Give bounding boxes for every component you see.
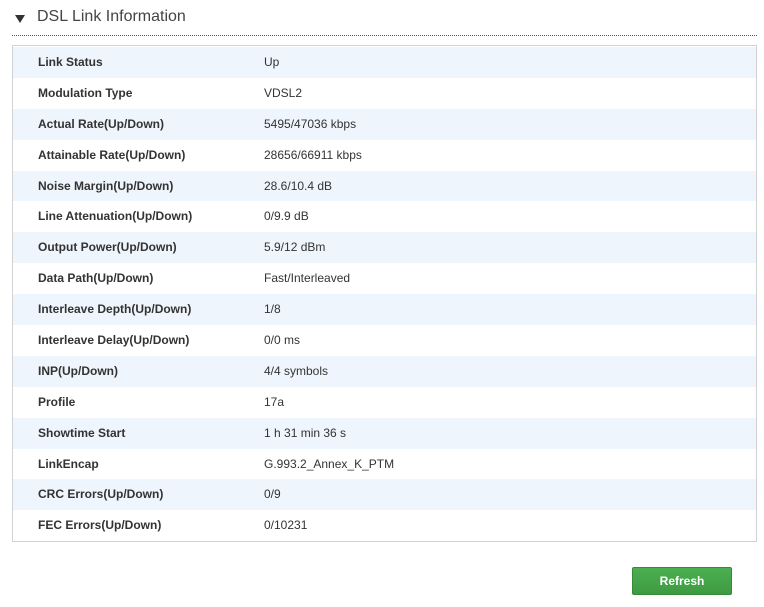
section-header[interactable]: DSL Link Information	[12, 0, 757, 36]
row-value: 5.9/12 dBm	[264, 240, 326, 255]
table-row: Interleave Delay(Up/Down) 0/0 ms	[13, 325, 756, 356]
row-value: 0/9	[264, 487, 281, 502]
table-row: Interleave Depth(Up/Down) 1/8	[13, 294, 756, 326]
row-label: Line Attenuation(Up/Down)	[38, 209, 193, 224]
table-row: Output Power(Up/Down) 5.9/12 dBm	[13, 232, 756, 264]
row-value: 0/10231	[264, 518, 308, 533]
row-value: 5495/47036 kbps	[264, 116, 357, 131]
row-label: Showtime Start	[38, 425, 126, 440]
row-label: Data Path(Up/Down)	[38, 271, 154, 286]
row-value: Fast/Interleaved	[264, 271, 351, 286]
row-label: Link Status	[38, 55, 103, 69]
row-value: 1/8	[264, 302, 281, 317]
table-row: Link Status Up	[13, 47, 756, 78]
row-label: Modulation Type	[38, 85, 133, 100]
table-row: Data Path(Up/Down) Fast/Interleaved	[13, 263, 756, 294]
table-row: Modulation Type VDSL2	[13, 78, 756, 109]
row-label: LinkEncap	[38, 456, 99, 471]
triangle-down-icon[interactable]	[15, 15, 25, 23]
row-label: Output Power(Up/Down)	[38, 240, 177, 255]
table-row: INP(Up/Down) 4/4 symbols	[13, 355, 756, 387]
table-row: FEC Errors(Up/Down) 0/10231	[13, 510, 756, 541]
row-value: 4/4 symbols	[264, 363, 329, 378]
row-value: 1 h 31 min 36 s	[264, 425, 347, 440]
row-value: Up	[264, 55, 280, 69]
table-row: LinkEncap G.993.2_Annex_K_PTM	[13, 449, 756, 480]
refresh-button[interactable]: Refresh	[632, 567, 732, 595]
table-row: Showtime Start 1 h 31 min 36 s	[13, 417, 756, 449]
row-label: Interleave Depth(Up/Down)	[38, 302, 192, 317]
row-value: 0/0 ms	[264, 333, 301, 348]
row-label: Attainable Rate(Up/Down)	[38, 147, 186, 162]
row-label: CRC Errors(Up/Down)	[38, 487, 164, 502]
row-label: INP(Up/Down)	[38, 363, 118, 378]
row-value: 17a	[264, 394, 285, 409]
table-row: Actual Rate(Up/Down) 5495/47036 kbps	[13, 108, 756, 140]
section-title: DSL Link Information	[37, 8, 186, 25]
dsl-info-table: Link Status Up Modulation Type VDSL2 Act…	[12, 45, 757, 542]
row-label: Profile	[38, 394, 76, 409]
table-row: Attainable Rate(Up/Down) 28656/66911 kbp…	[13, 140, 756, 171]
row-value: 28656/66911 kbps	[264, 147, 362, 162]
row-value: 0/9.9 dB	[264, 209, 309, 224]
row-label: Noise Margin(Up/Down)	[38, 178, 174, 193]
table-row: Noise Margin(Up/Down) 28.6/10.4 dB	[13, 170, 756, 202]
row-label: Actual Rate(Up/Down)	[38, 116, 164, 131]
table-row: Line Attenuation(Up/Down) 0/9.9 dB	[13, 201, 756, 232]
table-row: CRC Errors(Up/Down) 0/9	[13, 479, 756, 511]
table-row: Profile 17a	[13, 387, 756, 418]
row-value: 28.6/10.4 dB	[264, 178, 333, 193]
row-value: G.993.2_Annex_K_PTM	[264, 456, 395, 471]
row-label: FEC Errors(Up/Down)	[38, 518, 162, 533]
row-label: Interleave Delay(Up/Down)	[38, 333, 190, 348]
row-value: VDSL2	[264, 85, 303, 100]
